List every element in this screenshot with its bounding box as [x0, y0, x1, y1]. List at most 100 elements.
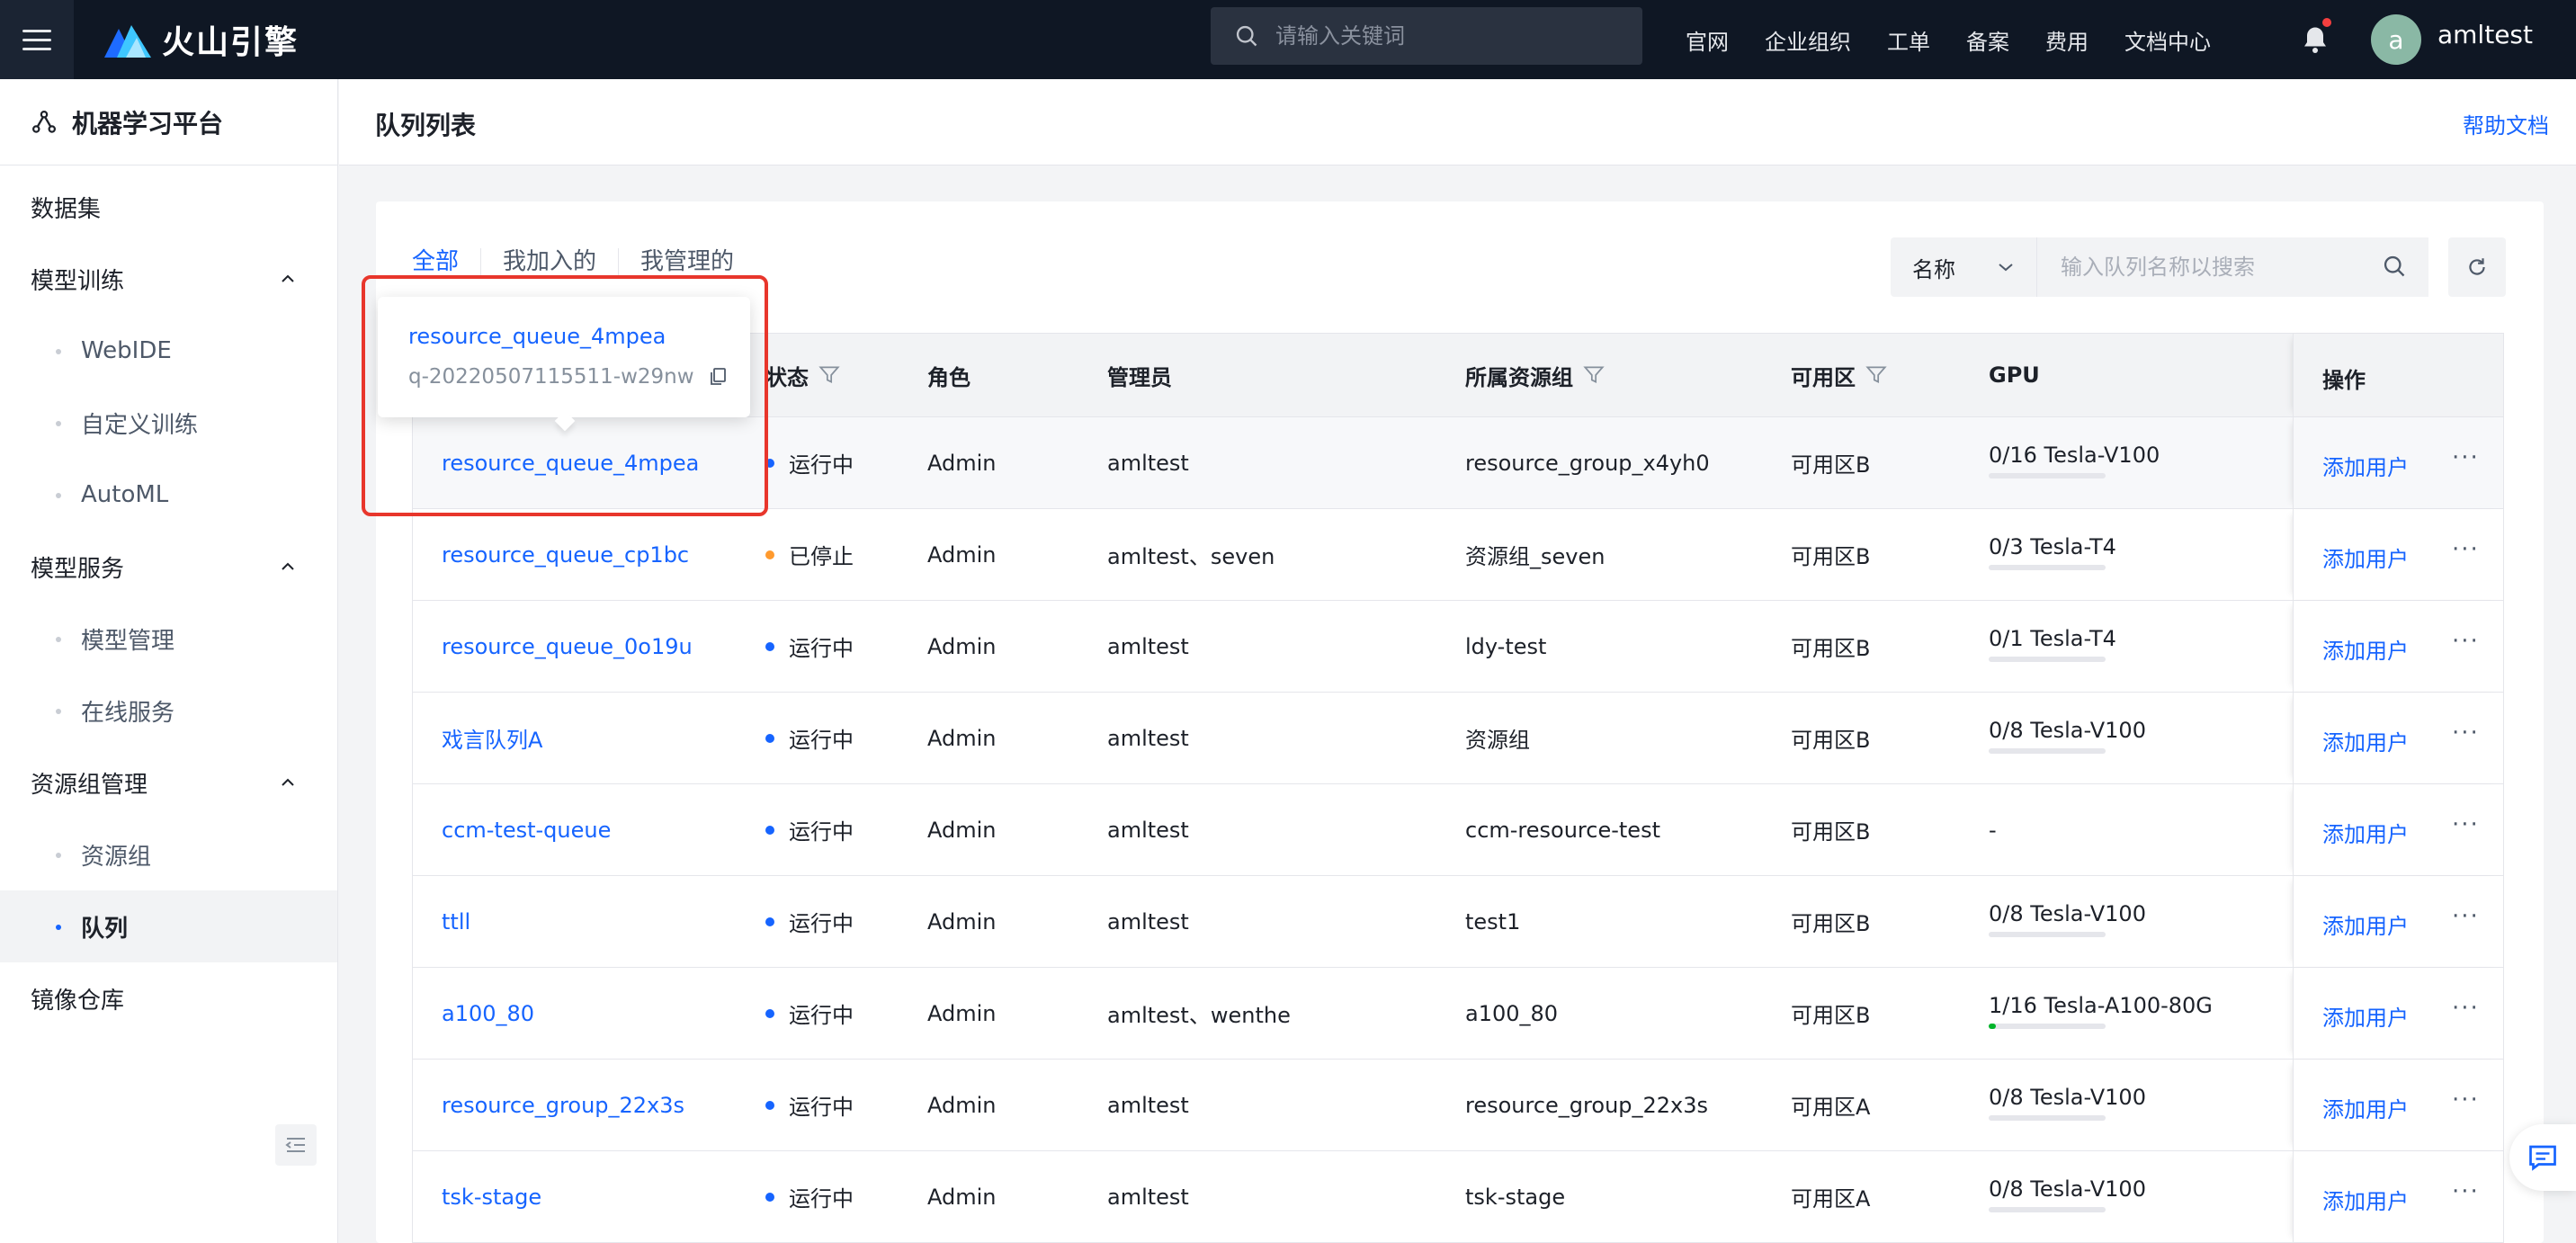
sidebar-item-model-management[interactable]: 模型管理 [0, 603, 337, 675]
sidebar-item-resource-group[interactable]: 资源组 [0, 818, 337, 890]
cell-queue-name-link[interactable]: ccm-test-queue [442, 818, 611, 843]
add-user-button[interactable]: 添加用户 [2322, 908, 2409, 940]
th-zone-label: 可用区 [1791, 364, 1856, 390]
feedback-button[interactable] [2509, 1124, 2576, 1191]
cell-status-text: 运行中 [789, 636, 854, 661]
table-row[interactable]: tsk-stage 运行中 Admin amltest tsk-stage 可用区A 0/8… [413, 1150, 2503, 1242]
cell-gpu: 0/8 Tesla-V100 [1989, 718, 2146, 754]
more-actions-icon[interactable]: ··· [2452, 903, 2480, 930]
cell-zone: 可用区B [1791, 452, 1871, 478]
sidebar-item-webide[interactable]: WebIDE [0, 315, 337, 387]
menu-icon[interactable] [0, 0, 74, 79]
search-icon[interactable] [2382, 254, 2407, 279]
sidebar-group-model-training[interactable]: 模型训练 [0, 243, 337, 315]
sidebar-collapse-button[interactable] [275, 1124, 317, 1166]
table-body: resource_queue_4mpea 运行中 Admin amltest resou… [413, 416, 2503, 1242]
table-row[interactable]: ttll 运行中 Admin amltest test1 可用区B 0/8 Tesla-V1… [413, 875, 2503, 967]
sidebar-item-label: 模型服务 [31, 555, 125, 583]
sidebar-group-resource-management[interactable]: 资源组管理 [0, 747, 337, 818]
table-row[interactable]: ccm-test-queue 运行中 Admin amltest ccm-resourc… [413, 783, 2503, 875]
add-user-button[interactable]: 添加用户 [2322, 1092, 2409, 1123]
avatar[interactable]: a [2371, 14, 2421, 65]
global-search-input[interactable] [1275, 23, 1617, 49]
nav-filing[interactable]: 备案 [1966, 24, 2009, 56]
sidebar-item-custom-training[interactable]: 自定义训练 [0, 387, 337, 459]
table-row[interactable]: resource_group_22x3s 运行中 Admin amltest resou… [413, 1059, 2503, 1150]
sidebar-item-label: 数据集 [31, 195, 102, 223]
more-actions-icon[interactable]: ··· [2452, 536, 2480, 563]
sidebar-item-online-service[interactable]: 在线服务 [0, 675, 337, 747]
gpu-usage-bar [1989, 932, 2106, 937]
more-actions-icon[interactable]: ··· [2452, 1178, 2480, 1205]
tab-all[interactable]: 全部 [412, 248, 480, 275]
add-user-button[interactable]: 添加用户 [2322, 541, 2409, 573]
nav-docs[interactable]: 文档中心 [2124, 24, 2211, 56]
gpu-usage-bar [1989, 473, 2106, 478]
username[interactable]: amltest [2437, 20, 2533, 49]
help-docs-link[interactable]: 帮助文档 [2463, 108, 2549, 139]
cell-admin: amltest [1107, 725, 1189, 751]
cell-queue-name-link[interactable]: tsk-stage [442, 1185, 541, 1210]
cell-resource-group: resource_group_x4yh0 [1465, 450, 1710, 476]
add-user-button[interactable]: 添加用户 [2322, 633, 2409, 665]
table-row[interactable]: 戏言队列A 运行中 Admin amltest 资源组 可用区B 0/8 Tesla-V10… [413, 692, 2503, 783]
cell-queue-name-link[interactable]: resource_queue_0o19u [442, 634, 693, 659]
sidebar-item-label: 资源组管理 [31, 771, 148, 799]
filter-field-select[interactable]: 名称 [1891, 237, 2036, 297]
gpu-usage-bar [1989, 657, 2106, 662]
cell-zone: 可用区B [1791, 911, 1871, 936]
more-actions-icon[interactable]: ··· [2452, 720, 2480, 747]
more-actions-icon[interactable]: ··· [2452, 995, 2480, 1022]
filter-icon[interactable] [818, 363, 841, 387]
sidebar-item-queue[interactable]: 队列 [0, 890, 337, 962]
sidebar-item-label: 队列 [81, 915, 129, 943]
sidebar-group-model-service[interactable]: 模型服务 [0, 531, 337, 603]
th-resource-group[interactable]: 所属资源组 [1465, 360, 1606, 391]
sidebar-item-automl[interactable]: AutoML [0, 459, 337, 531]
more-actions-icon[interactable]: ··· [2452, 811, 2480, 838]
filter-icon[interactable] [1865, 363, 1888, 387]
table-row[interactable]: a100_80 运行中 Admin amltest、wenthe a100_80 可用区B… [413, 967, 2503, 1059]
filter-icon[interactable] [1582, 363, 1606, 387]
th-status[interactable]: 状态 [765, 360, 841, 391]
cell-admin: amltest [1107, 1092, 1189, 1118]
queue-search-input[interactable] [2061, 255, 2366, 280]
tab-managed[interactable]: 我管理的 [618, 248, 756, 275]
sidebar-item-image-registry[interactable]: 镜像仓库 [0, 962, 337, 1034]
cell-gpu: 0/3 Tesla-T4 [1989, 534, 2116, 570]
cell-queue-name-link[interactable]: a100_80 [442, 1001, 534, 1026]
table-row[interactable]: resource_queue_0o19u 运行中 Admin amltest ldy-t… [413, 600, 2503, 692]
tab-joined[interactable]: 我加入的 [480, 248, 618, 275]
more-actions-icon[interactable]: ··· [2452, 1087, 2480, 1113]
refresh-button[interactable] [2448, 237, 2506, 297]
add-user-button[interactable]: 添加用户 [2322, 1184, 2409, 1215]
sidebar-item-label: 自定义训练 [81, 411, 199, 439]
nav-enterprise-org[interactable]: 企业组织 [1765, 24, 1851, 56]
sidebar-item-dataset[interactable]: 数据集 [0, 171, 337, 243]
nav-ticket[interactable]: 工单 [1887, 24, 1930, 56]
nav-official-site[interactable]: 官网 [1686, 24, 1729, 56]
th-zone[interactable]: 可用区 [1791, 360, 1888, 391]
th-role: 角色 [927, 364, 970, 390]
chevron-down-icon [1999, 264, 2013, 272]
add-user-button[interactable]: 添加用户 [2322, 450, 2409, 481]
cell-gpu-text: 1/16 Tesla-A100-80G [1989, 993, 2213, 1018]
add-user-button[interactable]: 添加用户 [2322, 725, 2409, 756]
bell-icon[interactable] [2299, 23, 2331, 56]
cell-status: 运行中 [765, 722, 854, 754]
add-user-button[interactable]: 添加用户 [2322, 1000, 2409, 1032]
nav-billing[interactable]: 费用 [2045, 24, 2089, 56]
more-actions-icon[interactable]: ··· [2452, 628, 2480, 655]
cell-queue-name-link[interactable]: resource_group_22x3s [442, 1093, 684, 1118]
cell-queue-name-link[interactable]: ttll [442, 909, 470, 934]
global-search[interactable] [1211, 7, 1642, 65]
gpu-usage-fill [1989, 1024, 1997, 1029]
more-actions-icon[interactable]: ··· [2452, 444, 2480, 471]
cell-queue-name-link[interactable]: 戏言队列A [442, 722, 542, 754]
cell-resource-group: tsk-stage [1465, 1184, 1566, 1210]
cell-zone: 可用区B [1791, 636, 1871, 661]
cell-queue-name-link[interactable]: resource_queue_cp1bc [442, 542, 689, 568]
add-user-button[interactable]: 添加用户 [2322, 817, 2409, 848]
table-row[interactable]: resource_queue_cp1bc 已停止 Admin amltest、seve… [413, 508, 2503, 600]
brand-logo[interactable]: 火山引擎 [104, 16, 299, 63]
